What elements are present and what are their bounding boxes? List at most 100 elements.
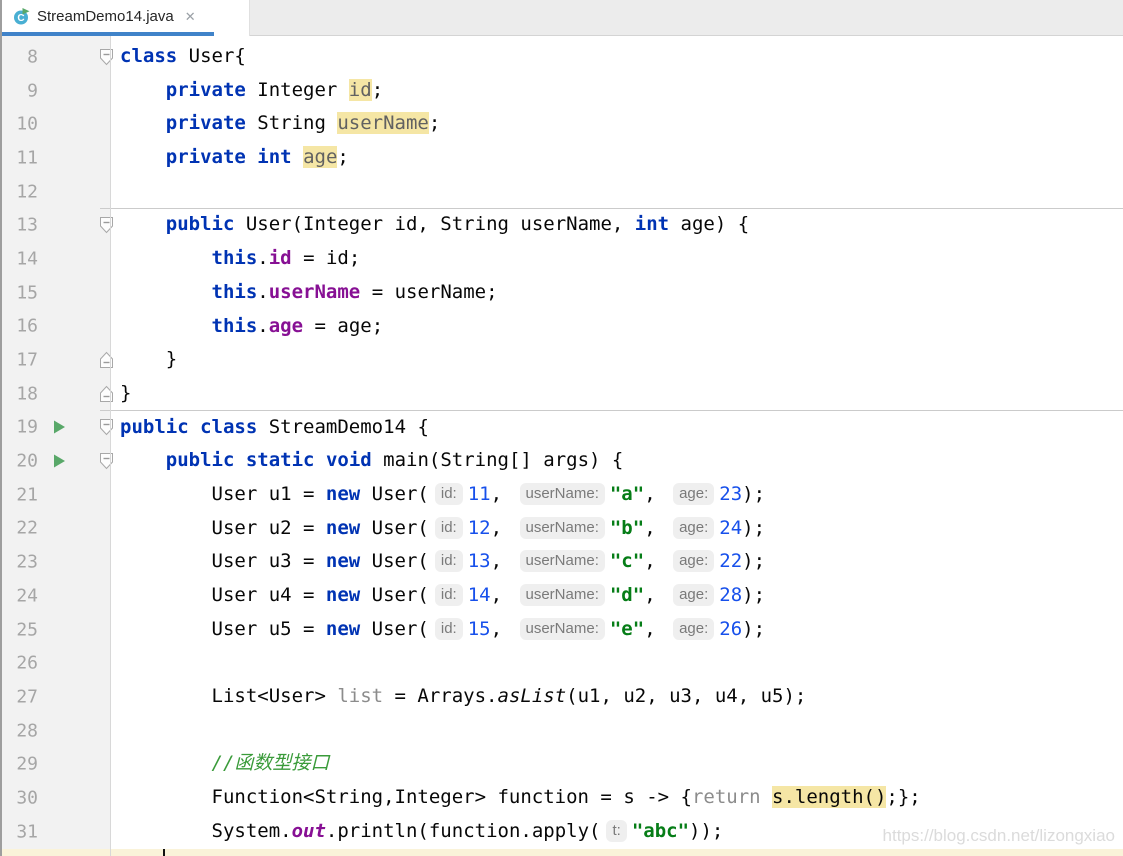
fold-marker-down-icon[interactable] [99, 48, 114, 66]
code-text[interactable]: } [110, 343, 1123, 377]
line-number[interactable]: 17 [0, 350, 38, 371]
code-text[interactable]: List<User> list = Arrays.asList(u1, u2, … [110, 680, 1123, 714]
code-token: User(Integer id, String userName, [234, 213, 634, 235]
code-text[interactable]: private String userName; [110, 107, 1123, 141]
code-text[interactable]: public static void main(String[] args) { [110, 444, 1123, 478]
code-text[interactable]: public User(Integer id, String userName,… [110, 208, 1123, 242]
fold-marker[interactable] [99, 351, 114, 369]
line-number[interactable]: 13 [0, 215, 38, 236]
code-line[interactable]: 15 this.userName = userName; [0, 276, 1123, 310]
line-number[interactable]: 24 [0, 585, 38, 606]
code-line[interactable]: 19 public class StreamDemo14 { [0, 411, 1123, 445]
code-line[interactable]: 30 Function<String,Integer> function = s… [0, 781, 1123, 815]
line-number[interactable]: 20 [0, 451, 38, 472]
line-number[interactable]: 10 [0, 114, 38, 135]
svg-text:C: C [17, 13, 24, 24]
code-token: } [120, 348, 177, 370]
code-line[interactable]: 27 List<User> list = Arrays.asList(u1, u… [0, 680, 1123, 714]
fold-marker-down-icon[interactable] [99, 216, 114, 234]
line-number[interactable]: 21 [0, 484, 38, 505]
code-token: static [246, 449, 315, 471]
code-token: "e" [610, 618, 644, 640]
fold-marker[interactable] [99, 216, 114, 234]
code-text[interactable]: } [110, 377, 1123, 411]
line-number[interactable]: 22 [0, 518, 38, 539]
line-number[interactable]: 26 [0, 653, 38, 674]
code-line[interactable]: 8 class User{ [0, 40, 1123, 74]
code-token: ; [337, 146, 348, 168]
line-number[interactable]: 14 [0, 248, 38, 269]
code-text[interactable]: public class StreamDemo14 { [110, 411, 1123, 445]
line-number[interactable]: 15 [0, 282, 38, 303]
parameter-hint: age: [673, 584, 714, 606]
line-number[interactable]: 16 [0, 316, 38, 337]
code-text[interactable]: this.age = age; [110, 310, 1123, 344]
run-play-icon[interactable] [53, 454, 66, 468]
code-line[interactable]: 26 [0, 646, 1123, 680]
line-number[interactable]: 19 [0, 417, 38, 438]
code-text[interactable]: //函数型接口 [110, 747, 1123, 781]
tab-close-icon[interactable]: ✕ [185, 10, 196, 23]
code-text[interactable]: User u4 = new User(id:14, userName:"d", … [110, 579, 1123, 613]
code-line[interactable]: 24 User u4 = new User(id:14, userName:"d… [0, 579, 1123, 613]
code-line[interactable]: 22 User u2 = new User(id:12, userName:"b… [0, 512, 1123, 546]
fold-marker-down-icon[interactable] [99, 452, 114, 470]
gutter-cell: 24 [0, 579, 110, 613]
code-line[interactable]: 12 [0, 175, 1123, 209]
parameter-hint: id: [435, 483, 463, 505]
line-number[interactable]: 30 [0, 787, 38, 808]
code-line[interactable]: 13 public User(Integer id, String userNa… [0, 208, 1123, 242]
tab-streamdemo14[interactable]: C StreamDemo14.java ✕ [2, 0, 250, 36]
line-number[interactable]: 9 [0, 80, 38, 101]
caret-line-highlight[interactable] [0, 849, 1123, 856]
fold-marker[interactable] [99, 48, 114, 66]
code-text[interactable]: class User{ [110, 40, 1123, 74]
run-gutter-icon[interactable] [53, 420, 66, 434]
code-text[interactable]: User u2 = new User(id:12, userName:"b", … [110, 512, 1123, 546]
code-line[interactable]: 9 private Integer id; [0, 74, 1123, 108]
code-text[interactable]: User u1 = new User(id:11, userName:"a", … [110, 478, 1123, 512]
code-line[interactable]: 25 User u5 = new User(id:15, userName:"e… [0, 613, 1123, 647]
code-line[interactable]: 28 [0, 714, 1123, 748]
code-line[interactable]: 29 //函数型接口 [0, 747, 1123, 781]
run-play-icon[interactable] [53, 420, 66, 434]
code-line[interactable]: 23 User u3 = new User(id:13, userName:"c… [0, 545, 1123, 579]
fold-marker-up-icon[interactable] [99, 385, 114, 403]
line-number[interactable]: 23 [0, 552, 38, 573]
line-number[interactable]: 31 [0, 821, 38, 842]
code-line[interactable]: 20 public static void main(String[] args… [0, 444, 1123, 478]
code-text[interactable]: Function<String,Integer> function = s ->… [110, 781, 1123, 815]
line-number[interactable]: 25 [0, 619, 38, 640]
fold-marker[interactable] [99, 385, 114, 403]
line-number[interactable]: 12 [0, 181, 38, 202]
code-text[interactable]: private int age; [110, 141, 1123, 175]
code-text[interactable]: User u3 = new User(id:13, userName:"c", … [110, 545, 1123, 579]
code-line[interactable]: 17 } [0, 343, 1123, 377]
tab-title: StreamDemo14.java [37, 8, 174, 25]
code-line[interactable]: 18} [0, 377, 1123, 411]
code-text[interactable]: this.userName = userName; [110, 276, 1123, 310]
line-number[interactable]: 27 [0, 686, 38, 707]
code-text[interactable]: this.id = id; [110, 242, 1123, 276]
gutter-cell: 25 [0, 613, 110, 647]
line-number[interactable]: 11 [0, 147, 38, 168]
code-token [246, 146, 257, 168]
line-number[interactable]: 29 [0, 754, 38, 775]
code-line[interactable]: 14 this.id = id; [0, 242, 1123, 276]
fold-marker-down-icon[interactable] [99, 418, 114, 436]
code-token: ); [742, 584, 765, 606]
code-token: . [257, 315, 268, 337]
code-line[interactable]: 10 private String userName; [0, 107, 1123, 141]
fold-marker[interactable] [99, 452, 114, 470]
code-line[interactable]: 16 this.age = age; [0, 310, 1123, 344]
fold-marker[interactable] [99, 418, 114, 436]
code-text[interactable]: User u5 = new User(id:15, userName:"e", … [110, 613, 1123, 647]
code-text[interactable]: private Integer id; [110, 74, 1123, 108]
code-line[interactable]: 11 private int age; [0, 141, 1123, 175]
line-number[interactable]: 28 [0, 720, 38, 741]
fold-marker-up-icon[interactable] [99, 351, 114, 369]
code-line[interactable]: 21 User u1 = new User(id:11, userName:"a… [0, 478, 1123, 512]
run-gutter-icon[interactable] [53, 454, 66, 468]
line-number[interactable]: 18 [0, 383, 38, 404]
line-number[interactable]: 8 [0, 46, 38, 67]
